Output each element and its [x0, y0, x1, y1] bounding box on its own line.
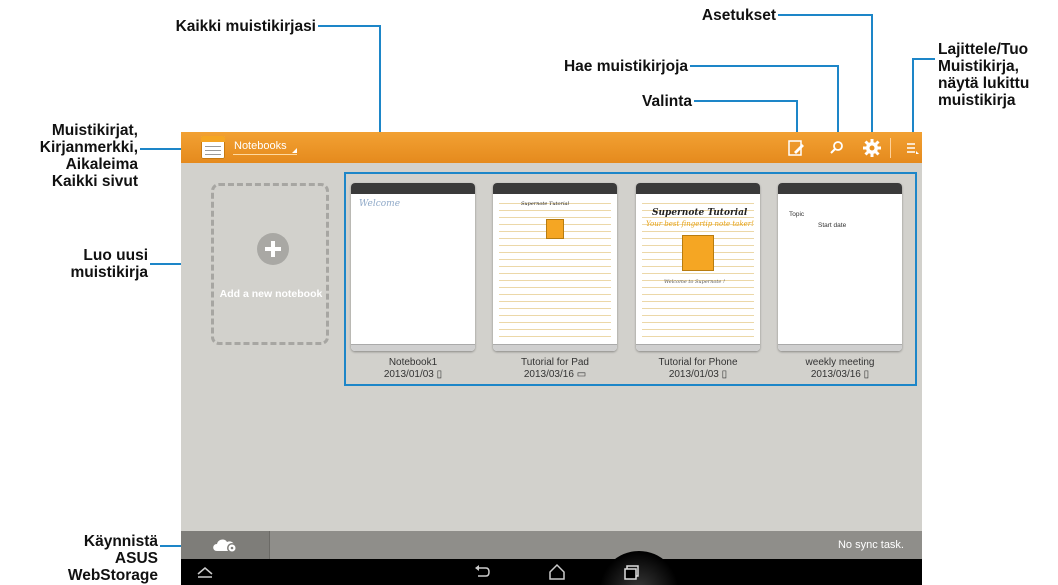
supernote-app-icon[interactable]	[201, 136, 225, 159]
notebook-preview-title: Supernote Tutorial	[521, 201, 570, 207]
add-plus-icon	[257, 233, 289, 265]
callout-lajittele: Lajittele/Tuo Muistikirja, näytä lukittu…	[938, 41, 1030, 109]
notebook-date: 2013/01/03 ▯	[668, 369, 728, 380]
dropdown-triangle-icon	[291, 148, 297, 153]
page-type-icon: ▯	[721, 369, 728, 380]
notebook-preview-text: Welcome	[359, 199, 401, 209]
notebook-card[interactable]: Supernote Tutorial Your best fingertip n…	[636, 183, 760, 380]
supernote-screen: Notebooks Add a new notebook Welcome Not…	[181, 132, 922, 585]
notepad-illustration-icon	[546, 219, 564, 239]
notebook-cover: Supernote Tutorial	[493, 183, 617, 351]
notebook-preview-topic: Topic	[789, 211, 805, 218]
notebook-card[interactable]: Topic Start date weekly meeting 2013/03/…	[778, 183, 902, 380]
notebook-date: 2013/01/03 ▯	[383, 369, 443, 380]
callout-muistikirjat: Muistikirjat, Kirjanmerkki, Aikaleima Ka…	[39, 122, 138, 190]
sort-menu-icon[interactable]	[902, 138, 922, 158]
add-notebook-label: Add a new notebook	[219, 288, 323, 300]
notebook-preview-title: Supernote Tutorial	[652, 208, 748, 218]
notebook-date: 2013/03/16 ▭	[523, 369, 587, 380]
bottom-bar: No sync task.	[181, 531, 922, 559]
notebook-title: Notebook1	[388, 357, 438, 368]
settings-gear-icon[interactable]	[862, 138, 882, 158]
notebook-cover: Welcome	[351, 183, 475, 351]
page-type-icon: ▯	[863, 369, 870, 380]
callout-valinta: Valinta	[642, 93, 692, 110]
system-navigation-bar	[181, 551, 922, 585]
notebooks-dropdown[interactable]: Notebooks	[233, 140, 297, 155]
page-type-icon: ▭	[576, 369, 587, 380]
recent-apps-icon[interactable]	[622, 562, 642, 582]
select-edit-icon[interactable]	[786, 138, 806, 158]
webstorage-button[interactable]	[181, 531, 270, 559]
callout-luo-uusi: Luo uusi muistikirja	[70, 247, 148, 281]
callout-kaikki-muistikirjasi: Kaikki muistikirjasi	[175, 18, 316, 35]
action-bar: Notebooks	[181, 132, 922, 163]
notebook-card[interactable]: Supernote Tutorial Tutorial for Pad 2013…	[493, 183, 617, 380]
notebook-cover: Supernote Tutorial Your best fingertip n…	[636, 183, 760, 351]
notebook-cover: Topic Start date	[778, 183, 902, 351]
action-bar-divider	[890, 138, 891, 158]
search-icon[interactable]	[827, 138, 847, 158]
notebook-title: Tutorial for Pad	[521, 357, 589, 368]
callout-kaynnista: Käynnistä ASUS WebStorage	[67, 533, 158, 584]
hide-navbar-icon[interactable]	[195, 562, 215, 582]
notebook-card[interactable]: Welcome Notebook1 2013/01/03 ▯	[351, 183, 475, 380]
callout-hae: Hae muistikirjoja	[563, 58, 688, 75]
notebooks-dropdown-label: Notebooks	[234, 140, 287, 152]
callout-asetukset: Asetukset	[701, 7, 776, 24]
notebook-date: 2013/03/16 ▯	[810, 369, 870, 380]
notebook-preview-subtitle: Your best fingertip note taker!	[646, 220, 754, 228]
notebook-preview-welcome: Welcome to Supernote !	[664, 279, 725, 285]
notebook-title: weekly meeting	[805, 357, 875, 368]
notebook-title: Tutorial for Phone	[658, 357, 738, 368]
notebook-preview-start-date: Start date	[818, 222, 847, 229]
notepad-illustration-icon	[682, 235, 714, 271]
back-icon[interactable]	[472, 562, 492, 582]
cloud-settings-icon	[213, 539, 237, 553]
add-notebook-button[interactable]: Add a new notebook	[211, 183, 329, 345]
home-icon[interactable]	[547, 562, 567, 582]
sync-status-text: No sync task.	[837, 539, 904, 551]
page-type-icon: ▯	[436, 369, 443, 380]
